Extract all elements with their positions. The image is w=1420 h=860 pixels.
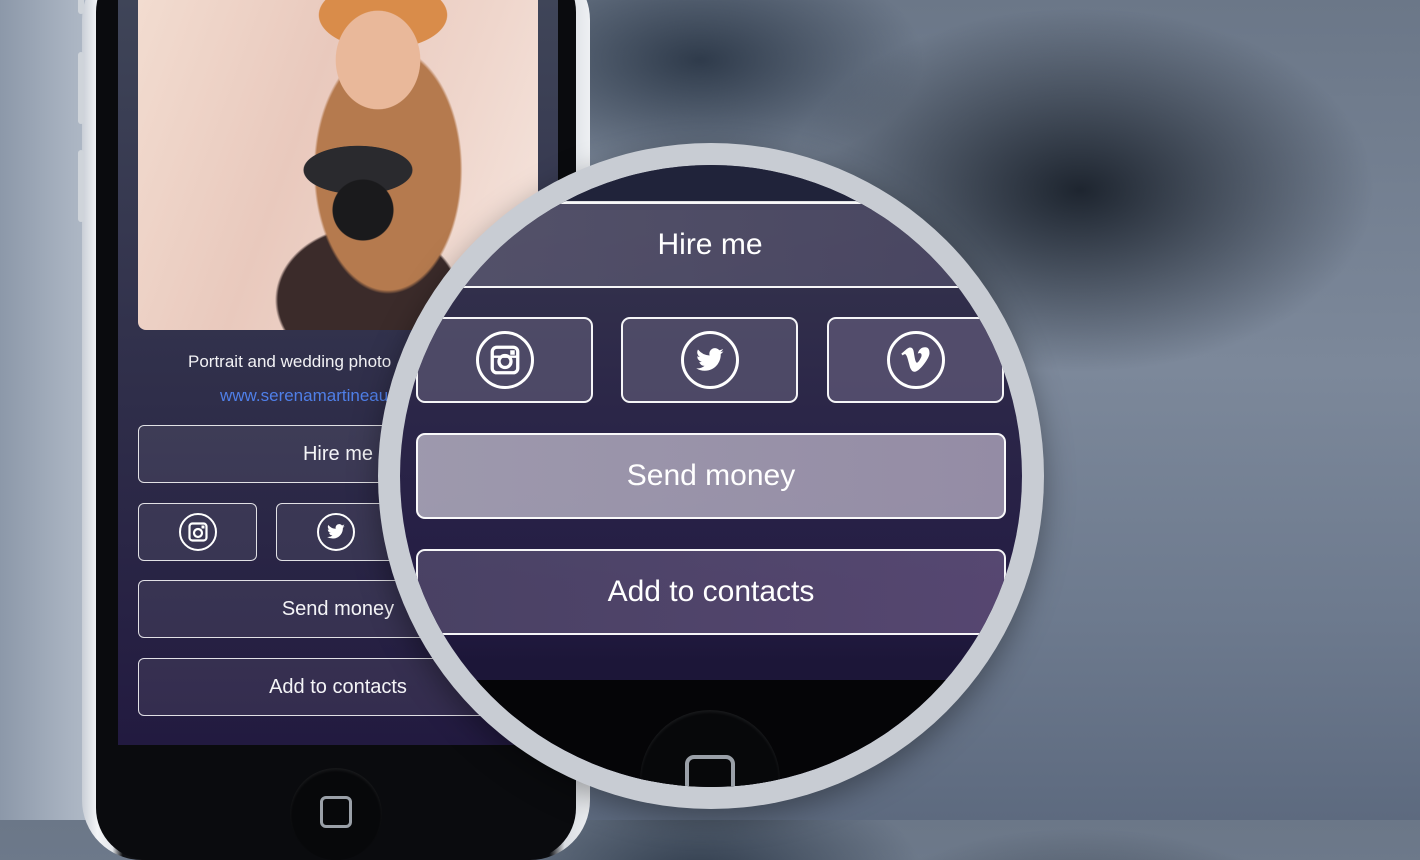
home-square-icon — [685, 755, 735, 787]
twitter-zoom-button[interactable] — [621, 317, 798, 403]
twitter-icon — [680, 331, 739, 389]
vimeo-icon — [886, 331, 945, 389]
instagram-icon — [475, 331, 534, 389]
instagram-icon — [178, 513, 217, 551]
twitter-button[interactable] — [276, 503, 395, 561]
website-link[interactable]: www.serenamartineau — [220, 386, 388, 406]
home-button[interactable] — [290, 768, 382, 860]
send-money-zoom-label: Send money — [626, 459, 796, 492]
add-to-contacts-label: Add to contacts — [269, 675, 407, 698]
home-button-zoom — [640, 710, 780, 787]
add-to-contacts-zoom-button[interactable]: Add to contacts — [416, 549, 1006, 635]
send-money-zoom-button[interactable]: Send money — [416, 433, 1006, 519]
twitter-icon — [316, 513, 355, 551]
vimeo-zoom-button[interactable] — [827, 317, 1004, 403]
volume-down-button — [78, 150, 84, 222]
hire-me-label: Hire me — [302, 442, 373, 465]
lens-phone-bezel — [400, 680, 1022, 787]
hire-me-zoom-button[interactable]: Hire me — [400, 202, 1022, 288]
hire-me-zoom-label: Hire me — [657, 228, 763, 261]
home-square-icon — [320, 796, 352, 828]
instagram-zoom-button[interactable] — [416, 317, 593, 403]
magnifier-lens: Hire me Send money Add to contacts — [400, 165, 1022, 787]
instagram-button[interactable] — [138, 503, 257, 561]
add-to-contacts-zoom-label: Add to contacts — [607, 575, 815, 608]
volume-up-button — [78, 52, 84, 124]
send-money-label: Send money — [281, 597, 395, 620]
side-button — [78, 0, 84, 14]
